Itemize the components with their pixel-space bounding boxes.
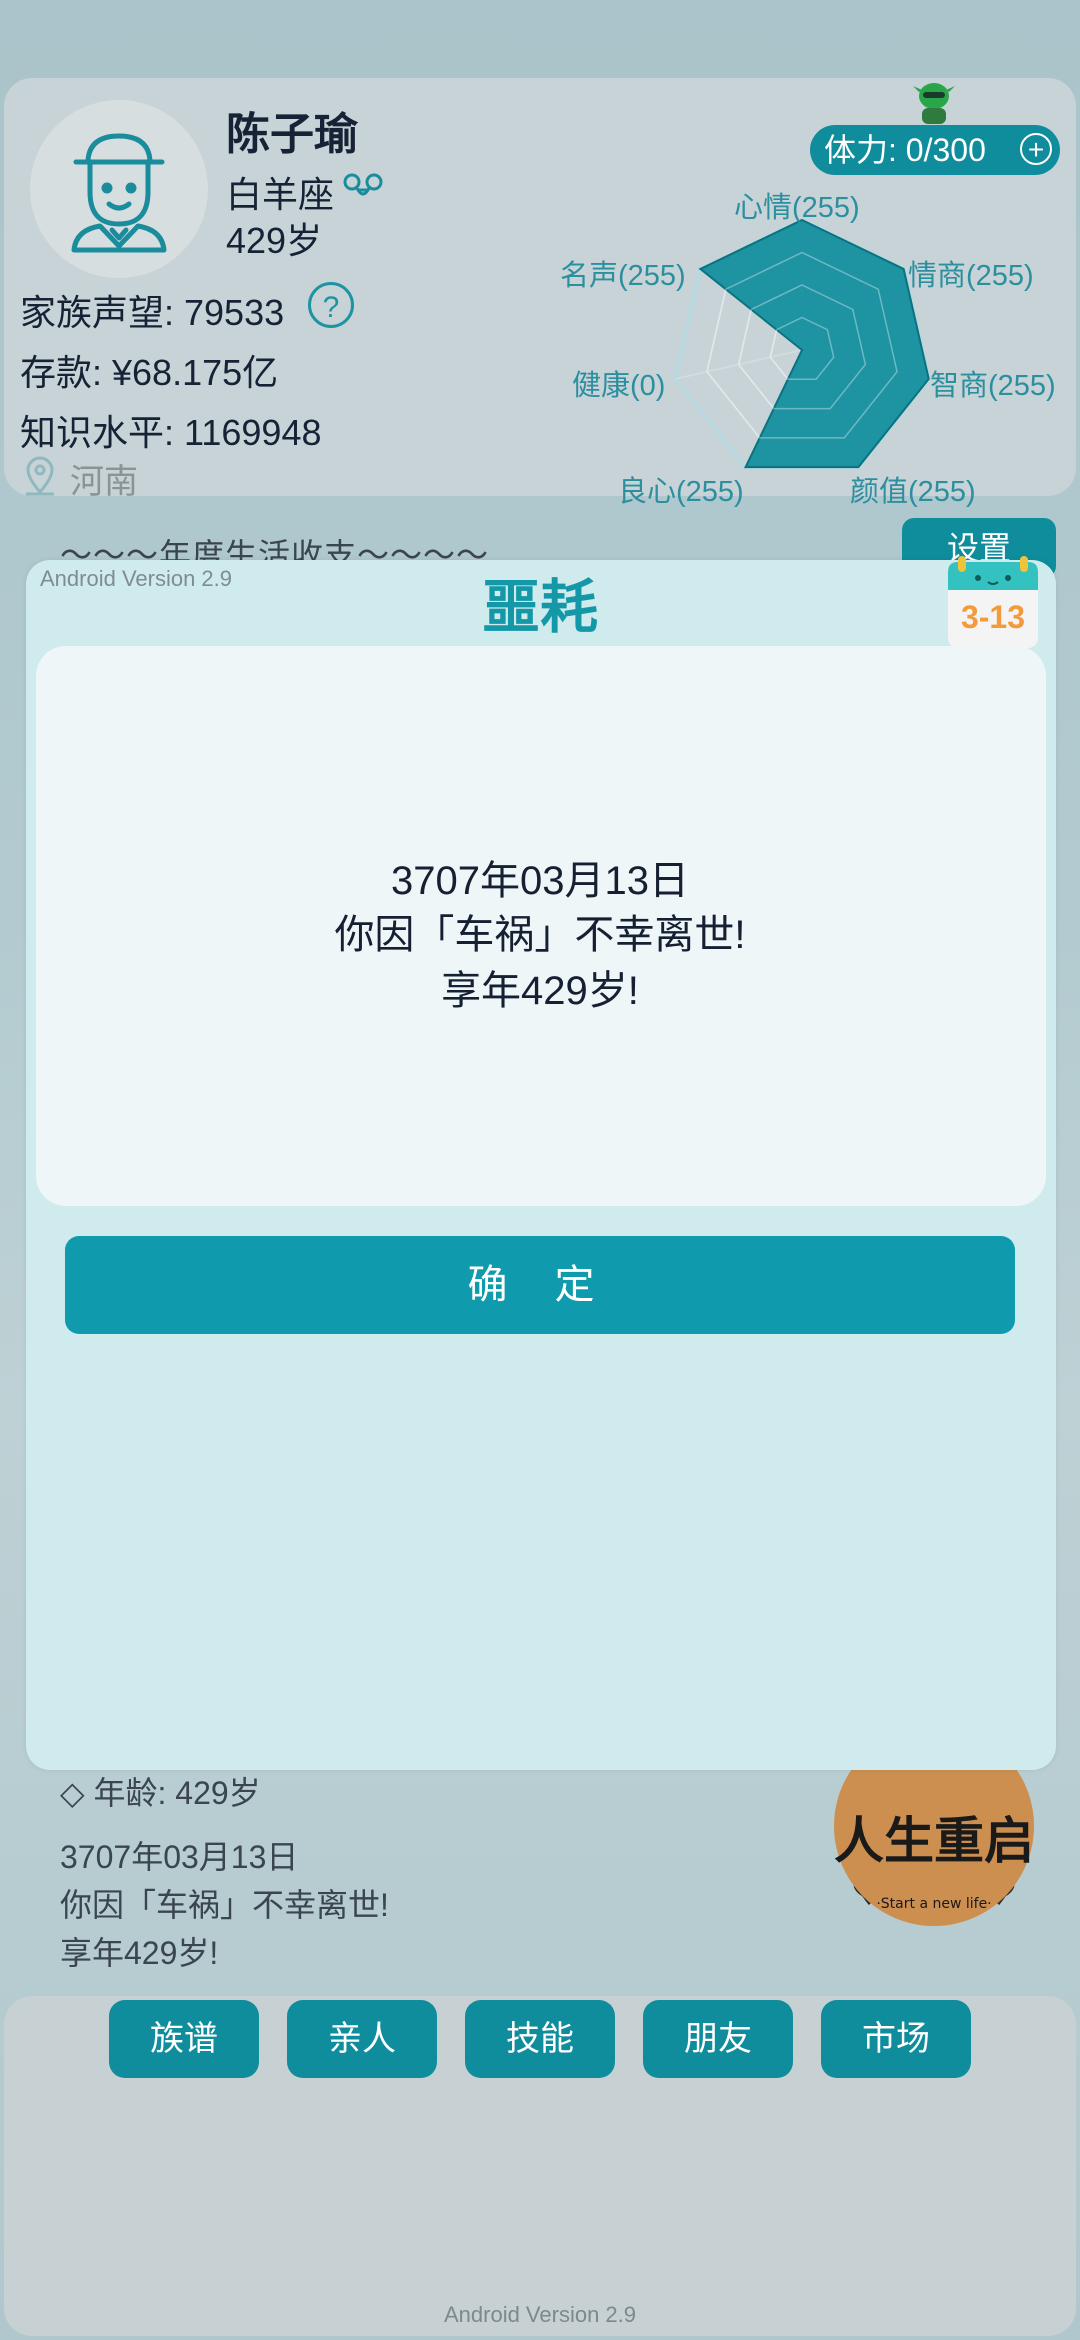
calendar-date: 3-13 (961, 599, 1025, 635)
confirm-button[interactable]: 确 定 (65, 1236, 1015, 1334)
reputation-stat: 家族声望: 79533 (20, 292, 285, 333)
nav-relatives-button[interactable]: 亲人 (287, 2000, 437, 2078)
location-label: 河南 (70, 463, 138, 501)
log-death-line: 你因「车祸」不幸离世! (60, 1887, 389, 1923)
help-icon[interactable]: ? (308, 282, 354, 328)
zodiac-label: 白羊座 (226, 174, 335, 215)
restart-badge-text: 人生重启 (834, 1812, 1034, 1870)
radar-label-iq: 智商(255) (930, 370, 1056, 402)
restart-life-badge[interactable]: 人生重启 ·Start a new life· (834, 1726, 1034, 1926)
message-cause: 你因「车祸」不幸离世! (334, 913, 746, 957)
radar-label-fame: 名声(255) (560, 260, 686, 292)
radar-label-health: 健康(0) (572, 370, 666, 402)
ram-icon (342, 170, 384, 209)
message-lifespan: 享年429岁! (441, 969, 639, 1013)
message-date: 3707年03月13日 (391, 859, 689, 903)
avatar-icon (71, 133, 167, 253)
stamina-label: 体力: 0/300 (824, 132, 986, 168)
radar-label-mood: 心情(255) (734, 192, 860, 224)
restart-badge-subtext: ·Start a new life· (876, 1896, 991, 1912)
log-lifespan-line: 享年429岁! (60, 1935, 219, 1971)
nav-family-tree-button[interactable]: 族谱 (109, 2000, 259, 2078)
calendar-icon[interactable]: 3-13 (944, 556, 1042, 652)
savings-stat: 存款: ¥68.175亿 (20, 352, 279, 393)
radar-value-area (698, 218, 930, 469)
knowledge-stat: 知识水平: 1169948 (20, 412, 322, 453)
nav-market-button[interactable]: 市场 (821, 2000, 971, 2078)
log-age-line: ◇ 年龄: 429岁 (60, 1775, 261, 1811)
modal-title: 噩耗 (481, 575, 598, 640)
stamina-pill[interactable]: 体力: 0/300 + (810, 125, 1060, 175)
radar-label-eq: 情商(255) (908, 260, 1034, 292)
footer-version: Android Version 2.9 (443, 2302, 637, 2327)
attribute-radar-chart (673, 217, 931, 470)
radar-label-conscience: 良心(255) (618, 476, 744, 508)
avatar[interactable] (30, 100, 208, 278)
radar-label-looks: 颜值(255) (850, 476, 976, 508)
location-pin-icon (22, 456, 58, 501)
add-stamina-icon[interactable]: + (1020, 133, 1052, 165)
character-age: 429岁 (226, 220, 323, 261)
character-name: 陈子瑜 (226, 110, 358, 159)
nav-friends-button[interactable]: 朋友 (643, 2000, 793, 2078)
log-date-line: 3707年03月13日 (60, 1839, 299, 1875)
nav-skills-button[interactable]: 技能 (465, 2000, 615, 2078)
